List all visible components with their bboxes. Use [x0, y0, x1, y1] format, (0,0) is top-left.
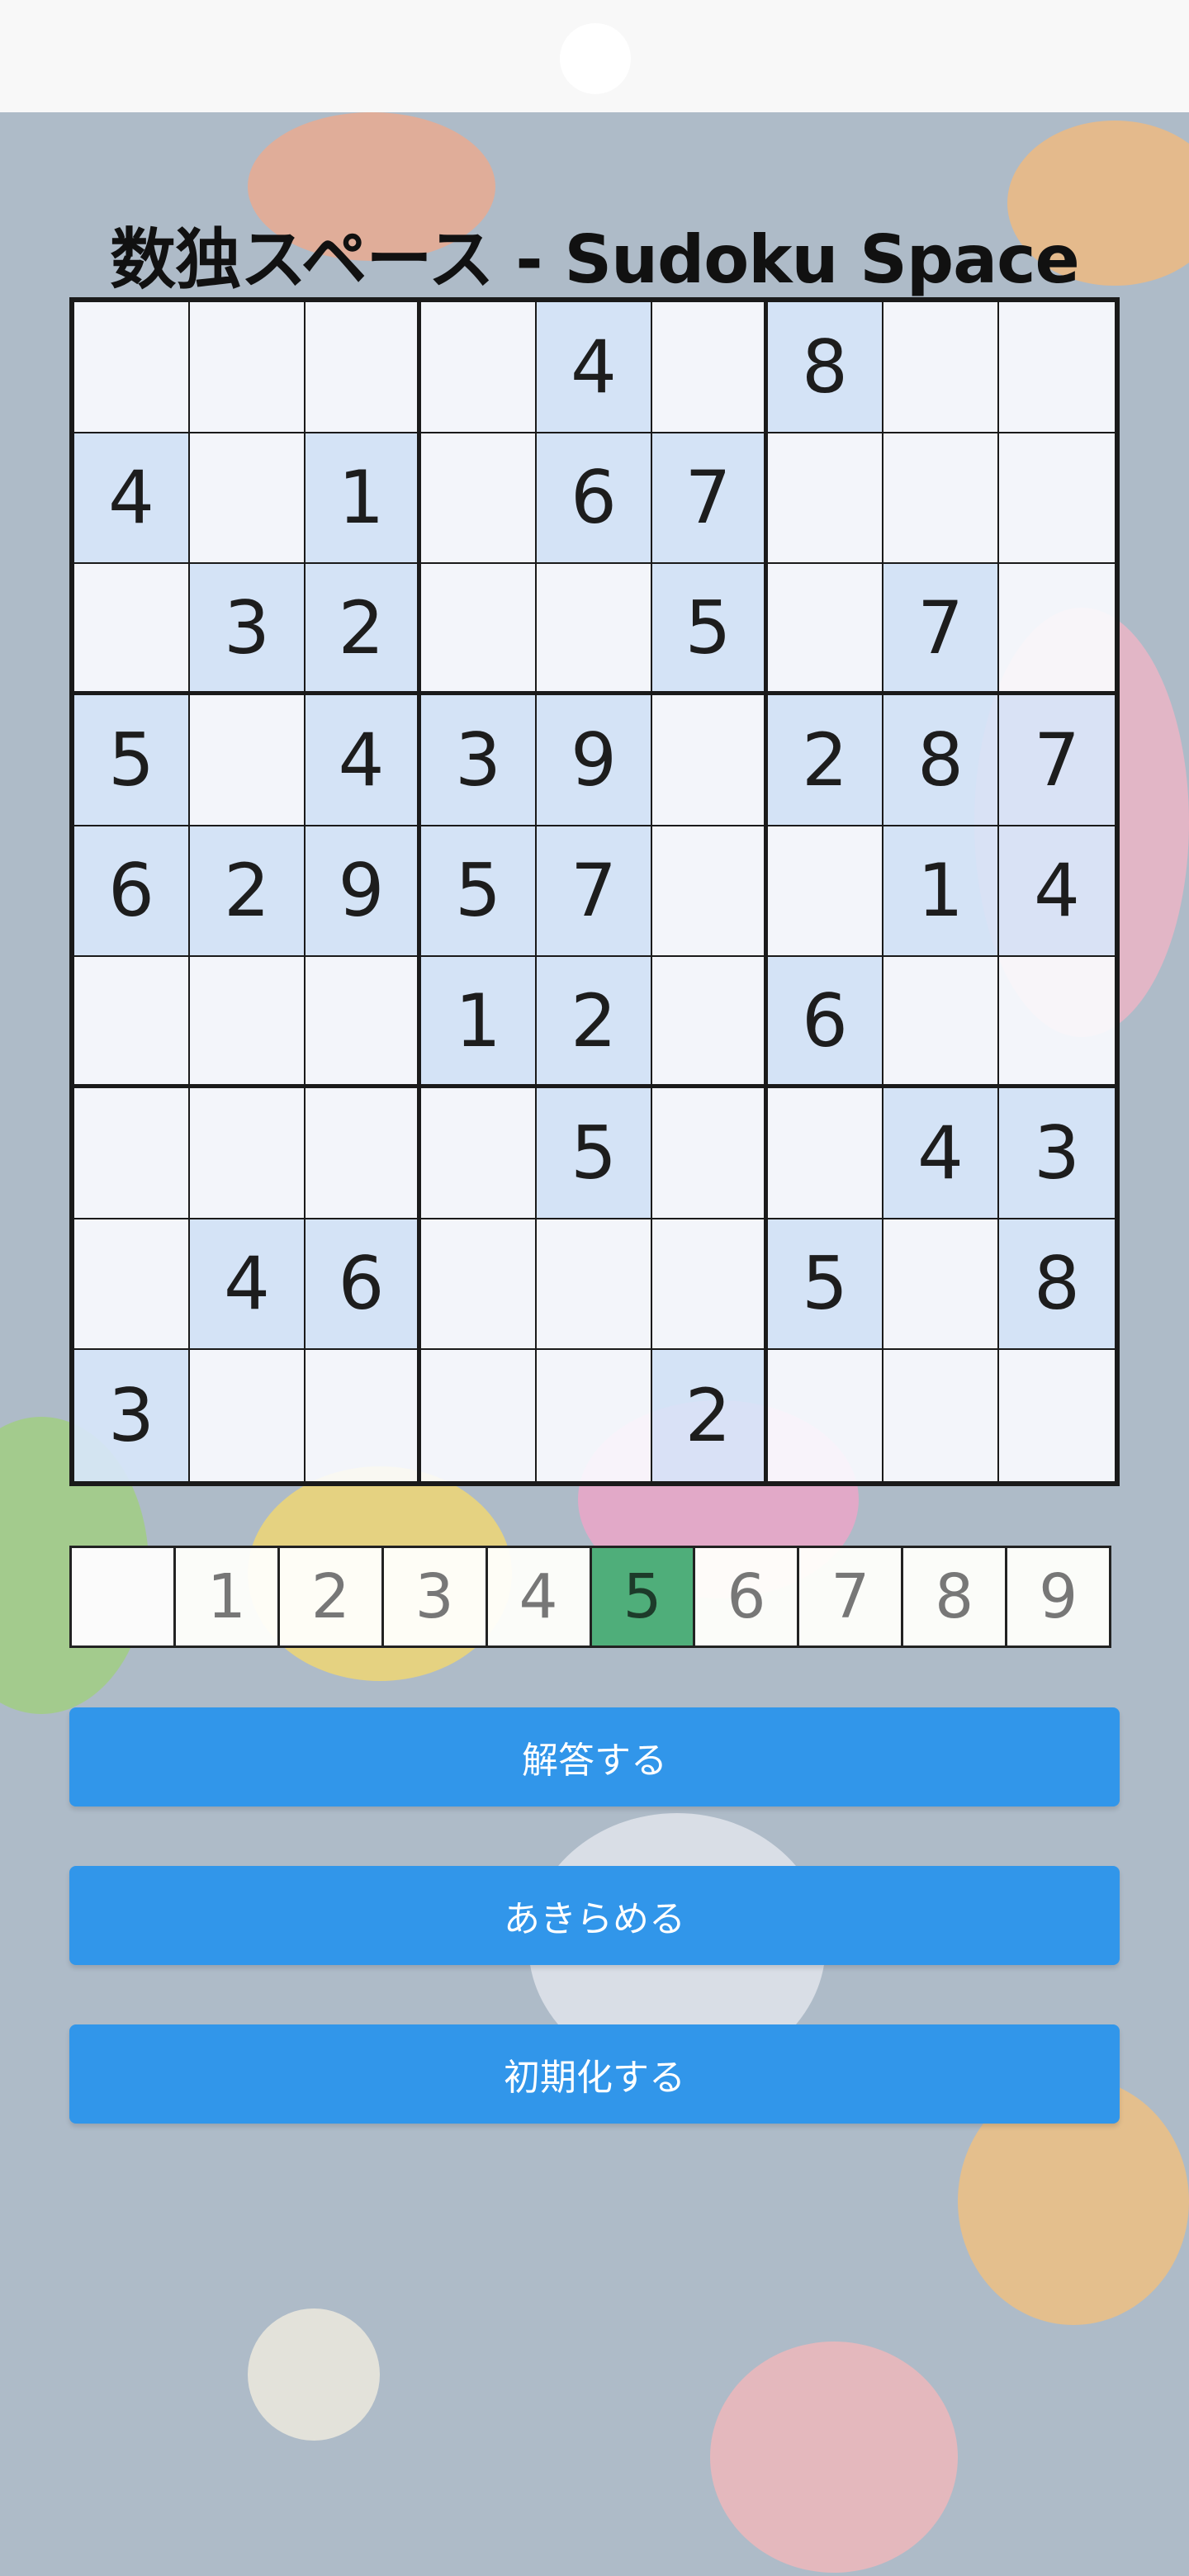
- sudoku-cell[interactable]: [768, 1350, 883, 1481]
- sudoku-cell[interactable]: 5: [74, 695, 190, 826]
- sudoku-cell[interactable]: [883, 957, 999, 1088]
- sudoku-cell[interactable]: [883, 302, 999, 433]
- sudoku-cell[interactable]: 3: [421, 695, 537, 826]
- sudoku-cell[interactable]: 8: [883, 695, 999, 826]
- sudoku-cell[interactable]: 2: [537, 957, 652, 1088]
- status-bar: [0, 0, 1189, 112]
- sudoku-cell[interactable]: [883, 433, 999, 565]
- sudoku-cell[interactable]: [421, 302, 537, 433]
- camera-cutout: [560, 23, 631, 94]
- sudoku-cell[interactable]: [74, 1219, 190, 1351]
- number-key-1[interactable]: 1: [175, 1548, 280, 1646]
- number-key-3[interactable]: 3: [383, 1548, 488, 1646]
- sudoku-cell[interactable]: 4: [999, 826, 1115, 958]
- sudoku-cell[interactable]: 6: [306, 1219, 421, 1351]
- sudoku-cell[interactable]: [74, 1088, 190, 1219]
- sudoku-cell[interactable]: [999, 1350, 1115, 1481]
- sudoku-cell[interactable]: [190, 957, 306, 1088]
- number-key-erase[interactable]: [72, 1548, 176, 1646]
- sudoku-cell[interactable]: 9: [306, 826, 421, 958]
- number-key-5[interactable]: 5: [591, 1548, 696, 1646]
- sudoku-cell[interactable]: [306, 1088, 421, 1219]
- sudoku-cell[interactable]: 4: [883, 1088, 999, 1219]
- submit-button[interactable]: 解答する: [69, 1707, 1120, 1807]
- sudoku-cell[interactable]: 6: [74, 826, 190, 958]
- sudoku-cell[interactable]: [306, 957, 421, 1088]
- sudoku-cell[interactable]: [74, 564, 190, 695]
- sudoku-cell[interactable]: 5: [421, 826, 537, 958]
- sudoku-cell[interactable]: [421, 1350, 537, 1481]
- sudoku-cell[interactable]: [537, 564, 652, 695]
- sudoku-cell[interactable]: 3: [74, 1350, 190, 1481]
- number-key-4[interactable]: 4: [487, 1548, 592, 1646]
- sudoku-cell[interactable]: [537, 1350, 652, 1481]
- number-key-9[interactable]: 9: [1007, 1548, 1110, 1646]
- give-up-button[interactable]: あきらめる: [69, 1866, 1120, 1965]
- sudoku-cell[interactable]: 3: [190, 564, 306, 695]
- sudoku-cell[interactable]: [999, 302, 1115, 433]
- sudoku-cell[interactable]: 5: [652, 564, 768, 695]
- sudoku-cell[interactable]: [190, 302, 306, 433]
- sudoku-cell[interactable]: [652, 1088, 768, 1219]
- sudoku-cell[interactable]: [306, 1350, 421, 1481]
- sudoku-cell[interactable]: [421, 1088, 537, 1219]
- sudoku-cell[interactable]: 2: [652, 1350, 768, 1481]
- sudoku-cell[interactable]: 3: [999, 1088, 1115, 1219]
- sudoku-cell[interactable]: 9: [537, 695, 652, 826]
- sudoku-cell[interactable]: [537, 1219, 652, 1351]
- sudoku-cell[interactable]: [190, 1088, 306, 1219]
- sudoku-cell[interactable]: [768, 433, 883, 565]
- sudoku-cell[interactable]: 7: [999, 695, 1115, 826]
- sudoku-cell[interactable]: [768, 1088, 883, 1219]
- sudoku-cell[interactable]: [768, 564, 883, 695]
- number-pad: 123456789: [69, 1546, 1111, 1648]
- sudoku-cell[interactable]: [652, 302, 768, 433]
- sudoku-cell[interactable]: [652, 826, 768, 958]
- sudoku-cell[interactable]: [999, 433, 1115, 565]
- sudoku-cell[interactable]: 2: [306, 564, 421, 695]
- sudoku-cell[interactable]: [652, 695, 768, 826]
- sudoku-cell[interactable]: [190, 433, 306, 565]
- sudoku-cell[interactable]: 4: [74, 433, 190, 565]
- sudoku-cell[interactable]: 1: [421, 957, 537, 1088]
- sudoku-cell[interactable]: [883, 1350, 999, 1481]
- sudoku-cell[interactable]: 5: [537, 1088, 652, 1219]
- sudoku-cell[interactable]: 4: [306, 695, 421, 826]
- sudoku-cell[interactable]: [768, 826, 883, 958]
- sudoku-cell[interactable]: [999, 564, 1115, 695]
- number-key-7[interactable]: 7: [799, 1548, 904, 1646]
- sudoku-cell[interactable]: 1: [306, 433, 421, 565]
- sudoku-cell[interactable]: 6: [768, 957, 883, 1088]
- sudoku-cell[interactable]: [652, 1219, 768, 1351]
- reset-button[interactable]: 初期化する: [69, 2024, 1120, 2124]
- number-key-6[interactable]: 6: [695, 1548, 800, 1646]
- sudoku-cell[interactable]: [190, 695, 306, 826]
- sudoku-cell[interactable]: 2: [190, 826, 306, 958]
- sudoku-cell[interactable]: [421, 564, 537, 695]
- page-title: 数独スペース - Sudoku Space: [110, 221, 1080, 298]
- sudoku-cell[interactable]: 2: [768, 695, 883, 826]
- sudoku-cell[interactable]: [74, 957, 190, 1088]
- sudoku-cell[interactable]: [883, 1219, 999, 1351]
- sudoku-board: 484167325754392876295714126543465832: [69, 297, 1120, 1486]
- sudoku-cell[interactable]: [652, 957, 768, 1088]
- sudoku-cell[interactable]: 4: [537, 302, 652, 433]
- sudoku-cell[interactable]: 8: [768, 302, 883, 433]
- sudoku-cell[interactable]: [421, 1219, 537, 1351]
- sudoku-cell[interactable]: 8: [999, 1219, 1115, 1351]
- sudoku-cell[interactable]: [190, 1350, 306, 1481]
- sudoku-cell[interactable]: 1: [883, 826, 999, 958]
- sudoku-cell[interactable]: [999, 957, 1115, 1088]
- sudoku-cell[interactable]: 6: [537, 433, 652, 565]
- sudoku-cell[interactable]: [306, 302, 421, 433]
- sudoku-cell[interactable]: 4: [190, 1219, 306, 1351]
- sudoku-cell[interactable]: 7: [883, 564, 999, 695]
- sudoku-cell[interactable]: 5: [768, 1219, 883, 1351]
- sudoku-cell[interactable]: 7: [537, 826, 652, 958]
- number-key-8[interactable]: 8: [903, 1548, 1008, 1646]
- number-key-2[interactable]: 2: [279, 1548, 384, 1646]
- sudoku-cell[interactable]: 7: [652, 433, 768, 565]
- sudoku-cell[interactable]: [421, 433, 537, 565]
- sudoku-cell[interactable]: [74, 302, 190, 433]
